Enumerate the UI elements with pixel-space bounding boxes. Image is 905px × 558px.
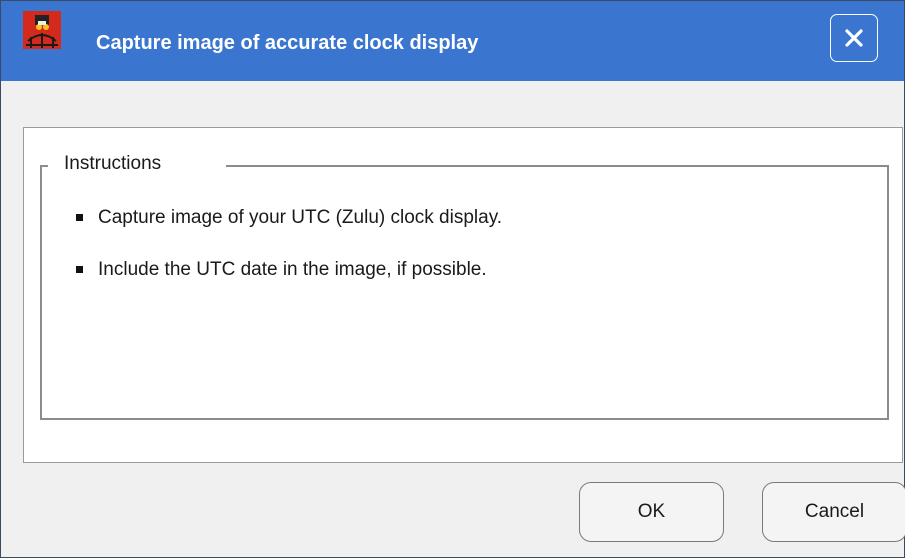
groupbox-border-right (226, 165, 889, 167)
instruction-list: Capture image of your UTC (Zulu) clock d… (76, 206, 502, 310)
instructions-legend: Instructions (64, 153, 162, 174)
bullet-icon (76, 266, 83, 273)
instruction-text: Capture image of your UTC (Zulu) clock d… (98, 207, 503, 228)
title-bar: Capture image of accurate clock display (1, 1, 904, 81)
list-item: Include the UTC date in the image, if po… (76, 258, 502, 282)
bullet-icon (76, 214, 83, 221)
content-panel: Instructions Capture image of your UTC (… (23, 127, 903, 463)
window-title: Capture image of accurate clock display (96, 32, 479, 54)
ok-button[interactable]: OK (579, 482, 724, 542)
groupbox-border-left (40, 165, 48, 167)
instruction-text: Include the UTC date in the image, if po… (98, 259, 487, 280)
cancel-button[interactable]: Cancel (762, 482, 905, 542)
film-reel-globe-icon (23, 11, 61, 49)
list-item: Capture image of your UTC (Zulu) clock d… (76, 206, 502, 230)
dialog-window: Capture image of accurate clock display … (0, 0, 905, 558)
close-button[interactable] (830, 14, 878, 62)
